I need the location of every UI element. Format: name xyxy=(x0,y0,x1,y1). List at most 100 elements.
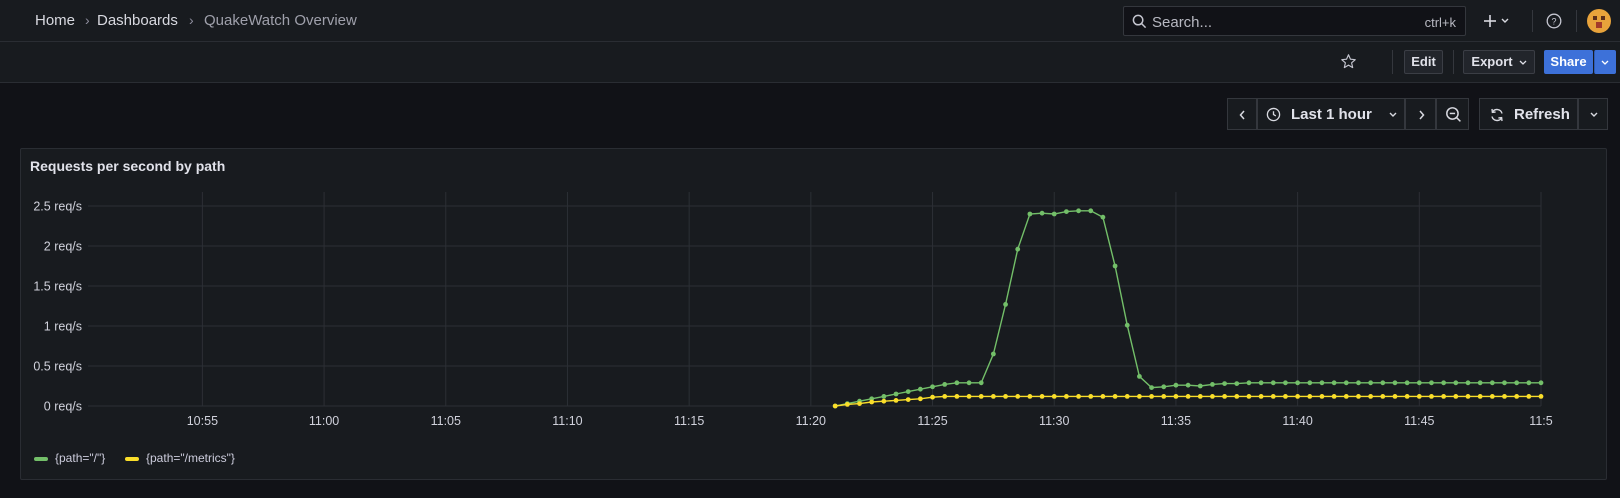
search-placeholder: Search... xyxy=(1152,14,1213,31)
data-point-0 xyxy=(966,380,972,386)
data-point-0 xyxy=(1270,380,1276,386)
refresh-button[interactable]: Refresh xyxy=(1479,98,1578,130)
x-tick-label: 11:10 xyxy=(552,414,582,428)
data-point-0 xyxy=(1380,380,1386,386)
help-icon[interactable]: ? xyxy=(1546,13,1562,29)
legend-item-root[interactable]: {path="/"} xyxy=(55,451,105,465)
data-point-1 xyxy=(1319,394,1325,399)
legend-swatch-root xyxy=(34,457,48,461)
data-point-1 xyxy=(1185,394,1191,399)
data-point-1 xyxy=(1295,394,1301,399)
data-point-1 xyxy=(1039,394,1045,399)
avatar[interactable] xyxy=(1587,9,1611,33)
data-point-1 xyxy=(1222,394,1228,399)
data-point-0 xyxy=(1368,380,1374,386)
breadcrumb-current: QuakeWatch Overview xyxy=(204,12,357,29)
data-point-1 xyxy=(857,401,862,406)
data-point-0 xyxy=(1319,380,1325,386)
data-point-0 xyxy=(930,384,935,390)
divider xyxy=(1392,50,1393,74)
data-point-0 xyxy=(917,386,923,392)
data-point-1 xyxy=(1356,394,1361,399)
data-point-1 xyxy=(1015,394,1021,399)
export-button[interactable]: Export xyxy=(1463,50,1535,74)
y-tick-label: 2.5 req/s xyxy=(33,200,82,214)
y-tick-label: 0.5 req/s xyxy=(33,360,82,374)
data-point-0 xyxy=(905,389,911,394)
data-point-0 xyxy=(1246,380,1252,386)
data-point-1 xyxy=(1124,394,1130,399)
data-point-0 xyxy=(1003,302,1008,307)
data-point-0 xyxy=(1331,380,1337,386)
data-point-0 xyxy=(942,382,948,387)
data-point-1 xyxy=(1343,394,1349,399)
data-point-1 xyxy=(1392,394,1398,399)
data-point-1 xyxy=(844,402,850,407)
series-line-0 xyxy=(835,210,1541,407)
data-point-0 xyxy=(1161,384,1167,390)
x-tick-label: 11:20 xyxy=(796,414,826,428)
timeseries-chart[interactable]: 0 req/s 0.5 req/s 1 req/s 1.5 req/s 2 req/s 2… xyxy=(21,149,1606,479)
plus-icon xyxy=(1484,15,1496,27)
data-point-0 xyxy=(1283,380,1288,386)
refresh-interval-picker[interactable] xyxy=(1578,98,1608,130)
star-icon[interactable] xyxy=(1340,53,1357,70)
divider xyxy=(1453,50,1454,74)
data-point-0 xyxy=(1185,382,1191,388)
data-point-0 xyxy=(1112,263,1118,269)
data-point-0 xyxy=(1100,214,1106,220)
export-label: Export xyxy=(1471,54,1513,69)
data-point-1 xyxy=(942,394,948,399)
data-point-1 xyxy=(1502,394,1507,399)
data-point-1 xyxy=(1441,394,1447,399)
divider xyxy=(1532,10,1533,32)
time-range-label: Last 1 hour xyxy=(1291,106,1372,123)
data-point-0 xyxy=(1039,210,1045,216)
chevron-left-icon xyxy=(1239,110,1245,120)
data-point-1 xyxy=(881,398,887,404)
time-range-picker[interactable]: Last 1 hour xyxy=(1257,98,1405,130)
data-point-0 xyxy=(881,394,887,399)
breadcrumb-home[interactable]: Home xyxy=(35,12,75,29)
data-point-1 xyxy=(869,399,875,405)
data-point-1 xyxy=(1137,394,1142,399)
breadcrumb-dashboards[interactable]: Dashboards xyxy=(97,12,178,29)
data-point-1 xyxy=(1100,394,1106,399)
data-point-1 xyxy=(1368,394,1374,399)
data-point-1 xyxy=(905,397,911,402)
data-point-0 xyxy=(1027,211,1033,217)
y-tick-label: 1 req/s xyxy=(44,320,82,334)
legend-item-metrics[interactable]: {path="/metrics"} xyxy=(146,451,235,465)
search-input[interactable]: Search... ctrl+k xyxy=(1123,6,1466,36)
zoom-out-button[interactable] xyxy=(1436,98,1469,130)
svg-text:?: ? xyxy=(1551,17,1556,27)
data-point-1 xyxy=(893,398,899,403)
data-point-1 xyxy=(1489,394,1495,399)
data-point-0 xyxy=(1173,382,1179,388)
data-point-1 xyxy=(1526,394,1532,399)
data-point-0 xyxy=(1514,380,1520,386)
edit-button[interactable]: Edit xyxy=(1404,50,1443,74)
x-tick-label: 11:25 xyxy=(917,414,947,428)
data-point-0 xyxy=(1064,209,1069,214)
data-point-1 xyxy=(1076,394,1081,399)
data-point-0 xyxy=(1295,380,1301,386)
time-shift-back-button[interactable] xyxy=(1227,98,1257,130)
breadcrumb-separator: › xyxy=(189,12,194,28)
share-button[interactable]: Share xyxy=(1544,50,1593,74)
data-point-1 xyxy=(1404,394,1410,399)
data-point-1 xyxy=(1112,394,1118,399)
data-point-0 xyxy=(1489,380,1495,386)
data-point-1 xyxy=(1416,394,1422,399)
new-menu-button[interactable] xyxy=(1484,11,1516,31)
data-point-1 xyxy=(1514,394,1520,399)
data-point-0 xyxy=(1015,246,1021,252)
data-point-0 xyxy=(1222,381,1228,386)
x-tick-label: 11:40 xyxy=(1282,414,1312,428)
data-point-1 xyxy=(1477,394,1483,399)
share-menu-button[interactable] xyxy=(1594,50,1616,74)
time-shift-forward-button[interactable] xyxy=(1405,98,1436,130)
data-point-1 xyxy=(990,394,996,399)
data-point-0 xyxy=(1149,385,1154,390)
data-point-0 xyxy=(1343,380,1349,386)
